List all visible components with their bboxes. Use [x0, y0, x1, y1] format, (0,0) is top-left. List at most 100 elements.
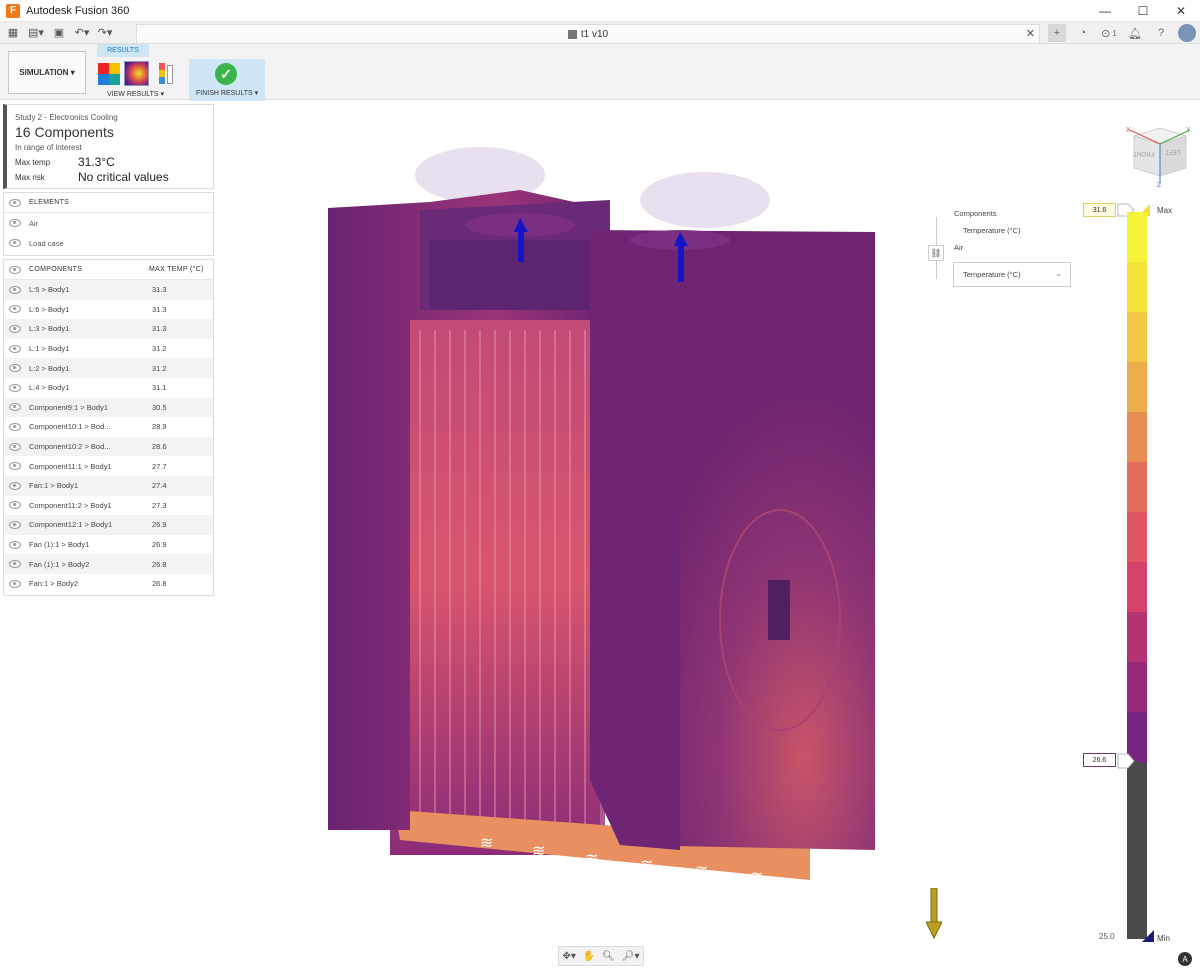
scale-mid-input[interactable]: 26.6 — [1083, 753, 1116, 767]
undo-icon[interactable]: ↶▾ — [72, 23, 92, 43]
eye-icon[interactable] — [9, 422, 21, 431]
component-name: Component10:2 > Bod... — [29, 442, 111, 452]
document-tab[interactable]: t1 v10 ✕ — [136, 24, 1040, 44]
pan-icon[interactable]: ✋ — [583, 951, 595, 962]
table-row[interactable]: Component9:1 > Body1 30.5 — [4, 397, 213, 418]
component-max-temp: 26.9 — [152, 540, 167, 550]
legend-components-label: Components — [954, 209, 997, 218]
table-row[interactable]: L:6 > Body1 31.3 — [4, 300, 213, 320]
component-max-temp: 26.8 — [152, 559, 167, 569]
legend-options-icon[interactable] — [157, 61, 177, 86]
finish-results-button[interactable]: ✓ FINISH RESULTS ▾ — [189, 59, 265, 101]
eye-icon[interactable] — [9, 403, 21, 412]
scale-min-value: 25.0 — [1099, 932, 1115, 941]
temperature-plot-icon[interactable] — [124, 61, 149, 86]
element-row-load-case[interactable]: Load case — [4, 233, 213, 253]
zoom-icon[interactable]: 🔍︎ — [602, 951, 615, 962]
scale-max-input[interactable]: 31.6 — [1083, 203, 1116, 217]
scale-max-label: Max — [1157, 206, 1173, 215]
table-row[interactable]: L:3 > Body1 31.3 — [4, 319, 213, 339]
eye-icon[interactable] — [9, 442, 21, 451]
eye-icon[interactable] — [9, 481, 21, 490]
component-name: Component9:1 > Body1 — [29, 402, 109, 412]
jobs-icon[interactable]: ⊙ 1 — [1100, 24, 1118, 42]
table-row[interactable]: Component11:1 > Body1 27.7 — [4, 456, 213, 476]
tab-results[interactable]: RESULTS — [97, 44, 149, 57]
redo-icon[interactable]: ↷▾ — [95, 23, 115, 43]
link-icon[interactable]: ⛓ — [928, 245, 944, 261]
workspace-switcher-button[interactable]: SIMULATION ▾ — [8, 51, 86, 94]
left-face-label: LEFT — [1165, 148, 1180, 154]
save-icon[interactable]: ▣ — [49, 23, 69, 43]
avatar[interactable] — [1178, 24, 1196, 42]
scale-segment — [1127, 662, 1147, 712]
results-plot-icon[interactable] — [97, 61, 122, 86]
table-row[interactable]: L:2 > Body1 31.2 — [4, 358, 213, 378]
eye-icon[interactable] — [9, 520, 21, 529]
thermal-model-view[interactable]: ≋ ≋ ≋ ≋ ≋ ≋ — [320, 140, 890, 900]
table-row[interactable]: Fan:1 > Body1 27.4 — [4, 475, 213, 496]
mid-handle-icon[interactable] — [1116, 753, 1138, 769]
file-icon[interactable]: ▤▾ — [26, 23, 46, 43]
eye-icon[interactable] — [9, 239, 21, 247]
table-row[interactable]: L:5 > Body1 31.3 — [4, 280, 213, 300]
components-panel: COMPONENTS MAX TEMP (°C) L:5 > Body1 31.3 L… — [3, 259, 214, 596]
extensions-icon[interactable]: ◔ — [1074, 24, 1092, 42]
component-max-temp: 31.3 — [152, 304, 167, 314]
title-bar: F Autodesk Fusion 360 — ☐ ✕ — [0, 0, 1200, 22]
eye-icon[interactable] — [9, 364, 21, 373]
svg-text:≋: ≋ — [640, 857, 653, 874]
notifications-icon[interactable]: 🔔︎ — [1126, 24, 1144, 42]
eye-icon[interactable] — [9, 265, 21, 274]
help-icon[interactable]: ? — [1152, 24, 1170, 42]
table-row[interactable]: L:4 > Body1 31.1 — [4, 378, 213, 398]
eye-icon[interactable] — [9, 501, 21, 510]
close-window-button[interactable]: ✕ — [1162, 0, 1200, 22]
table-row[interactable]: Fan:1 > Body2 26.8 — [4, 574, 213, 594]
table-row[interactable]: Component10:2 > Bod... 28.6 — [4, 436, 213, 457]
view-results-menu[interactable]: VIEW RESULTS ▾ — [107, 90, 164, 98]
table-row[interactable]: Component10:1 > Bod... 28.9 — [4, 417, 213, 437]
eye-icon[interactable] — [9, 285, 21, 294]
apps-icon[interactable]: ▦ — [3, 23, 23, 43]
zoom-window-icon[interactable]: 🔎︎▾ — [622, 951, 640, 962]
element-row-air[interactable]: Air — [4, 213, 213, 233]
plus-icon[interactable]: + — [1048, 24, 1066, 42]
component-name: Fan (1):1 > Body2 — [29, 559, 90, 569]
max-temp-label: Max temp — [15, 158, 51, 167]
component-max-temp: 28.9 — [152, 422, 167, 432]
eye-icon[interactable] — [9, 383, 21, 392]
component-name: Component11:1 > Body1 — [29, 461, 112, 471]
table-row[interactable]: L:1 > Body1 31.2 — [4, 339, 213, 359]
max-temp-column-header[interactable]: MAX TEMP (°C) — [149, 266, 204, 273]
jobs-count: 1 — [1112, 28, 1117, 38]
table-row[interactable]: Fan (1):1 > Body2 26.8 — [4, 554, 213, 574]
eye-icon[interactable] — [9, 579, 21, 588]
scale-segment — [1127, 412, 1147, 462]
orbit-icon[interactable]: ✥▾ — [562, 951, 575, 962]
eye-icon[interactable] — [9, 219, 21, 227]
view-cube[interactable]: FRONT LEFT X Y Z — [1126, 124, 1192, 188]
component-max-temp: 27.3 — [152, 500, 167, 510]
eye-icon[interactable] — [9, 344, 21, 353]
min-handle-icon[interactable] — [1140, 929, 1156, 943]
scale-segment — [1127, 762, 1147, 939]
minimize-button[interactable]: — — [1086, 0, 1124, 22]
eye-icon[interactable] — [9, 305, 21, 314]
component-name: Fan:1 > Body1 — [29, 481, 78, 491]
table-row[interactable]: Component12:1 > Body1 26.9 — [4, 515, 213, 535]
air-result-select[interactable]: Temperature (°C) ⌄ — [953, 262, 1071, 287]
table-row[interactable]: Component11:2 > Body1 27.3 — [4, 496, 213, 516]
maximize-button[interactable]: ☐ — [1124, 0, 1162, 22]
eye-icon[interactable] — [9, 462, 21, 471]
range-note: In range of interest — [15, 143, 82, 152]
table-row[interactable]: Fan (1):1 > Body1 26.9 — [4, 535, 213, 555]
eye-icon[interactable] — [9, 198, 21, 207]
component-max-temp: 31.3 — [152, 324, 167, 334]
eye-icon[interactable] — [9, 560, 21, 569]
eye-icon[interactable] — [9, 324, 21, 333]
eye-icon[interactable] — [9, 540, 21, 549]
components-title: COMPONENTS — [29, 266, 83, 273]
app-title: Autodesk Fusion 360 — [26, 4, 130, 17]
close-icon[interactable]: ✕ — [1026, 27, 1035, 40]
